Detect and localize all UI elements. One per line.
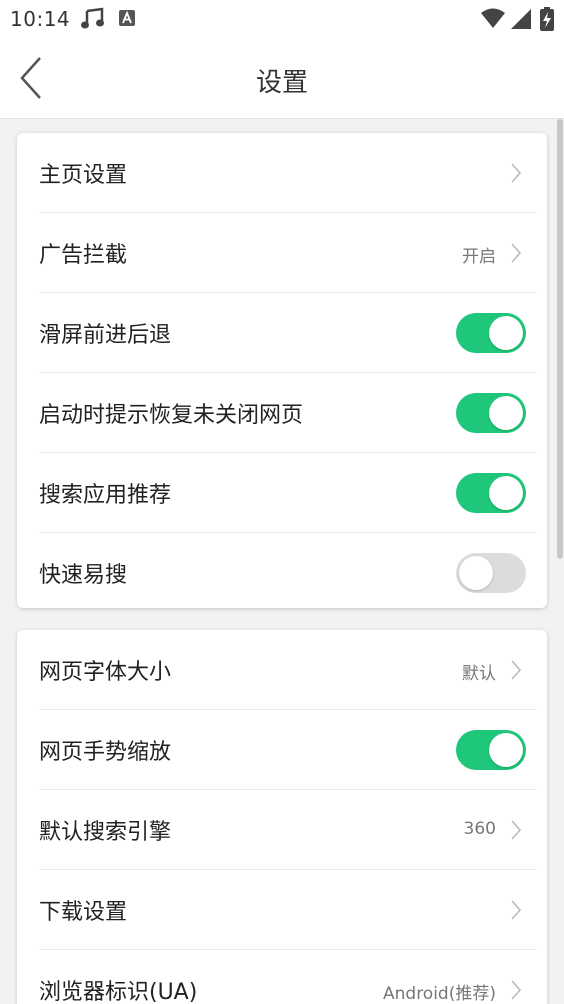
wifi-icon [481,8,505,28]
chevron-right-icon [511,243,521,263]
signal-icon [511,9,531,29]
setting-label: 搜索应用推荐 [39,483,172,508]
settings-card-general: 主页设置 广告拦截 开启 滑屏前进后退 启动时提示恢复未关闭网页 搜索应用推荐 … [17,133,547,608]
app-recommend-toggle[interactable] [456,473,526,513]
header-bar: 设置 [0,38,564,119]
setting-label: 默认搜索引擎 [39,820,172,845]
setting-quick-search: 快速易搜 [17,533,547,613]
toggle-knob [489,733,523,767]
scrollbar[interactable] [557,119,563,559]
chevron-right-icon [511,980,521,1000]
setting-label: 滑屏前进后退 [39,323,172,348]
setting-value: 开启 [462,247,496,267]
setting-label: 广告拦截 [39,243,128,268]
setting-app-recommend: 搜索应用推荐 [17,453,547,533]
settings-list[interactable]: 主页设置 广告拦截 开启 滑屏前进后退 启动时提示恢复未关闭网页 搜索应用推荐 … [0,119,564,1004]
chevron-right-icon [511,660,521,680]
setting-user-agent[interactable]: 浏览器标识(UA) Android(推荐) [17,950,547,1004]
toggle-knob [489,316,523,350]
quick-search-toggle[interactable] [456,553,526,593]
setting-ad-block[interactable]: 广告拦截 开启 [17,213,547,293]
setting-label: 快速易搜 [39,563,128,588]
gesture-zoom-toggle[interactable] [456,730,526,770]
setting-label: 网页字体大小 [39,660,172,685]
setting-search-engine[interactable]: 默认搜索引擎 360 [17,790,547,870]
toggle-knob [489,396,523,430]
setting-value: 默认 [462,664,496,684]
status-bar: 10:14 [0,0,564,38]
setting-download[interactable]: 下载设置 [17,870,547,950]
status-time: 10:14 [10,7,71,31]
page-title: 设置 [255,68,308,98]
setting-label: 下载设置 [39,900,128,925]
toggle-knob [459,556,493,590]
setting-font-size[interactable]: 网页字体大小 默认 [17,630,547,710]
setting-label: 网页手势缩放 [39,740,172,765]
text-a-icon [119,10,135,26]
setting-label: 主页设置 [39,163,128,188]
music-note-icon [81,7,104,29]
setting-label: 浏览器标识(UA) [39,980,198,1004]
chevron-right-icon [511,163,521,183]
battery-charging-icon [540,7,554,31]
toggle-knob [489,476,523,510]
setting-home-page[interactable]: 主页设置 [17,133,547,213]
restore-tabs-toggle[interactable] [456,393,526,433]
chevron-right-icon [511,900,521,920]
settings-card-web: 网页字体大小 默认 网页手势缩放 默认搜索引擎 360 下载设置 浏览器标识(U… [17,630,547,1004]
setting-swipe-navigation: 滑屏前进后退 [17,293,547,373]
setting-label: 启动时提示恢复未关闭网页 [39,403,304,428]
setting-restore-tabs: 启动时提示恢复未关闭网页 [17,373,547,453]
setting-value: Android(推荐) [383,984,496,1004]
setting-gesture-zoom: 网页手势缩放 [17,710,547,790]
setting-value: 360 [463,819,496,839]
swipe-navigation-toggle[interactable] [456,313,526,353]
chevron-right-icon [511,820,521,840]
